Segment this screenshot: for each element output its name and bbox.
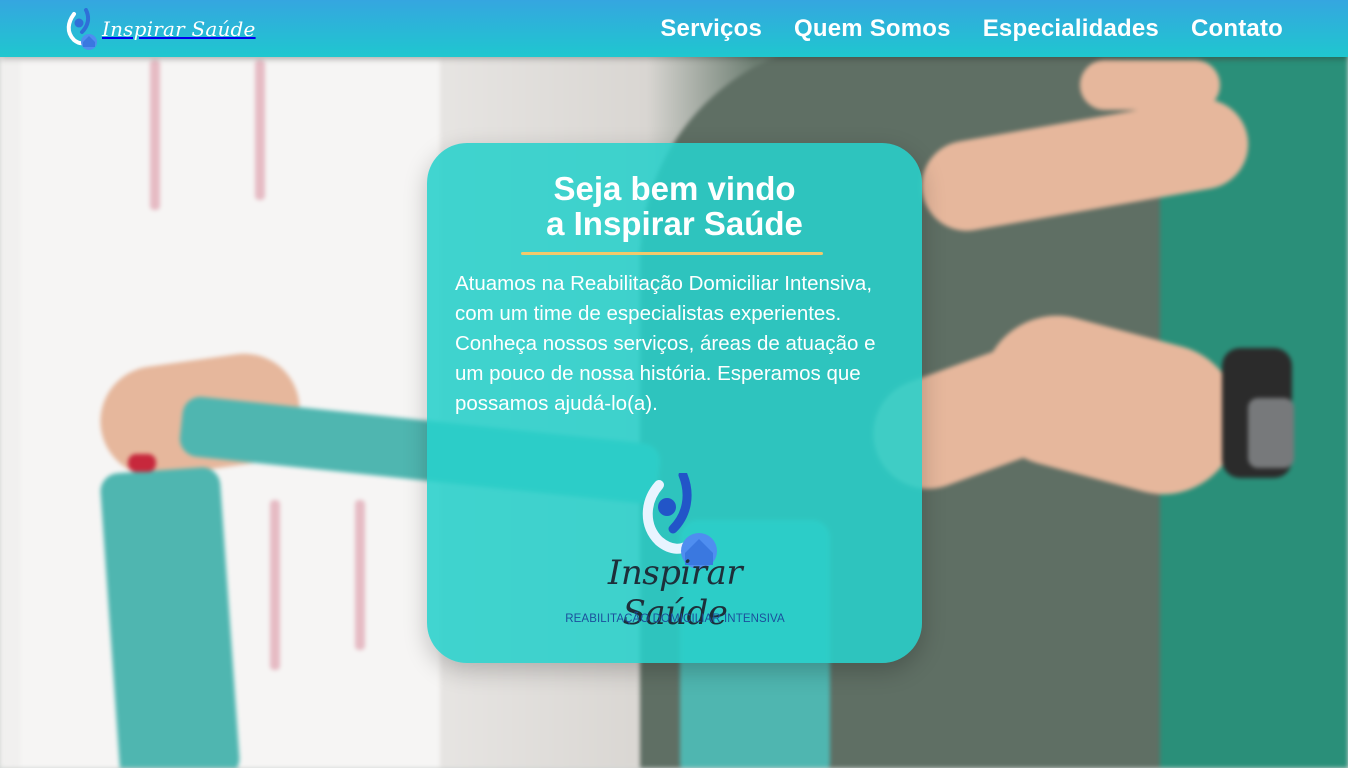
nav-link-servicos[interactable]: Serviços xyxy=(660,15,762,43)
brand-name: Inspirar Saúde xyxy=(102,17,256,41)
nav-link-quem-somos[interactable]: Quem Somos xyxy=(794,15,951,43)
nav-link-especialidades[interactable]: Especialidades xyxy=(983,15,1159,43)
welcome-title-line-2: a Inspirar Saúde xyxy=(546,205,803,242)
poster-decoration xyxy=(150,60,160,210)
title-divider xyxy=(521,252,823,255)
welcome-title-line-1: Seja bem vindo xyxy=(553,170,796,207)
resistance-band xyxy=(99,466,241,768)
welcome-description: Atuamos na Reabilitação Domiciliar Inten… xyxy=(455,272,876,415)
watch-face xyxy=(1248,398,1294,468)
top-navigation-bar: Inspirar Saúde Serviços Quem Somos Espec… xyxy=(0,0,1348,57)
red-nail xyxy=(128,454,156,472)
card-logo: Inspirar Saúde REABILITAÇÃO DOMICILIAR I… xyxy=(555,473,795,635)
person-house-logo-icon xyxy=(64,8,100,50)
poster-decoration xyxy=(355,500,365,650)
poster-decoration xyxy=(270,500,280,670)
main-nav: Serviços Quem Somos Especialidades Conta… xyxy=(660,0,1283,57)
poster-decoration xyxy=(255,60,265,200)
welcome-title: Seja bem vindo a Inspirar Saúde xyxy=(427,171,922,241)
brand-logo-link[interactable]: Inspirar Saúde xyxy=(64,8,256,50)
nav-link-contato[interactable]: Contato xyxy=(1191,15,1283,43)
card-logo-tagline: REABILITAÇÃO DOMICILIAR INTENSIVA xyxy=(565,613,785,625)
welcome-card: Seja bem vindo a Inspirar Saúde Atuamos … xyxy=(427,143,922,663)
